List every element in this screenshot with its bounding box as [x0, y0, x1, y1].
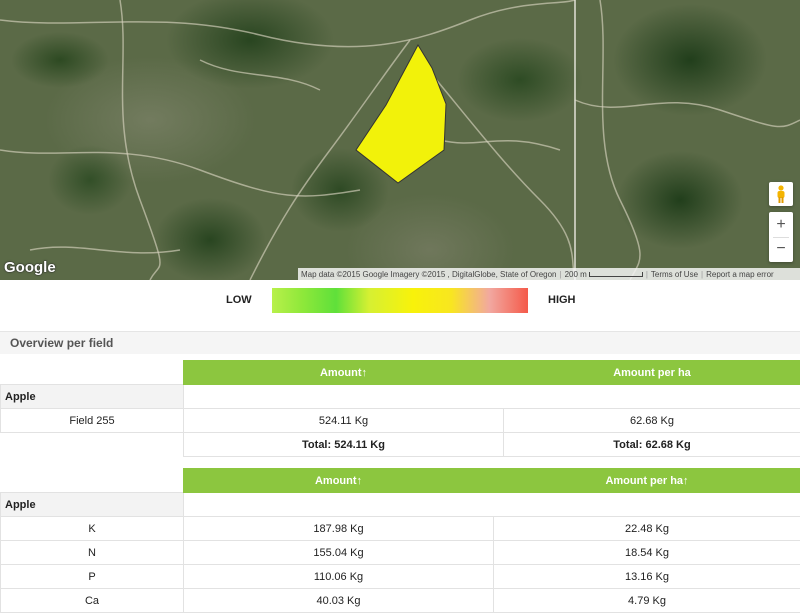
- nutrient-name-cell: Ca: [1, 589, 184, 613]
- group-row: Apple: [1, 493, 800, 517]
- total-row: Total: 524.11 Kg Total: 62.68 Kg: [1, 433, 800, 457]
- legend-gradient-bar: [272, 288, 528, 313]
- map-boundary-line: [574, 0, 576, 280]
- nutrient-name-cell: N: [1, 541, 184, 565]
- pegman-icon: [775, 185, 787, 203]
- amount-cell: 187.98 Kg: [184, 517, 494, 541]
- zoom-out-button[interactable]: −: [769, 238, 793, 262]
- group-fill: [184, 493, 800, 517]
- amount-column-header[interactable]: Amount↑: [184, 361, 504, 385]
- attribution-text: Map data ©2015 Google Imagery ©2015 , Di…: [298, 270, 560, 279]
- total-blank-cell: [1, 433, 184, 457]
- table-header-row: Amount↑ Amount per ha: [1, 361, 800, 385]
- table-row: P 110.06 Kg 13.16 Kg: [1, 565, 800, 589]
- table-row: Ca 40.03 Kg 4.79 Kg: [1, 589, 800, 613]
- header-blank-cell: [1, 361, 184, 385]
- per-ha-cell: 4.79 Kg: [494, 589, 800, 613]
- amount-column-header[interactable]: Amount↑: [184, 469, 494, 493]
- terms-link[interactable]: Terms of Use: [648, 270, 701, 279]
- amount-cell: 524.11 Kg: [184, 409, 504, 433]
- street-view-pegman[interactable]: [769, 182, 793, 206]
- map-attribution: Map data ©2015 Google Imagery ©2015 , Di…: [298, 268, 800, 280]
- group-label: Apple: [1, 385, 184, 409]
- section-title: Overview per field: [10, 336, 113, 350]
- scale-label[interactable]: 200 m: [562, 270, 646, 279]
- group-fill: [184, 385, 800, 409]
- group-label: Apple: [1, 493, 184, 517]
- overview-header: Overview per field: [0, 331, 800, 354]
- field-polygon: [356, 45, 446, 183]
- nutrient-name-cell: K: [1, 517, 184, 541]
- map-roads: [0, 0, 800, 280]
- satellite-map[interactable]: Google Map data ©2015 Google Imagery ©20…: [0, 0, 800, 280]
- group-row: Apple: [1, 385, 800, 409]
- per-ha-cell: 18.54 Kg: [494, 541, 800, 565]
- legend-low-label: LOW: [226, 294, 252, 306]
- amount-cell: 155.04 Kg: [184, 541, 494, 565]
- zoom-control: + −: [769, 212, 793, 262]
- table-row: Field 255 524.11 Kg 62.68 Kg: [1, 409, 800, 433]
- google-logo: Google: [4, 259, 56, 276]
- per-ha-cell: 22.48 Kg: [494, 517, 800, 541]
- legend-high-label: HIGH: [548, 294, 576, 306]
- amount-per-ha-column-header[interactable]: Amount per ha↑: [494, 469, 800, 493]
- amount-cell: 110.06 Kg: [184, 565, 494, 589]
- table-header-row: Amount↑ Amount per ha↑: [1, 469, 800, 493]
- nutrient-overview-table: Amount↑ Amount per ha↑ Apple K 187.98 Kg…: [0, 468, 800, 613]
- per-ha-cell: 13.16 Kg: [494, 565, 800, 589]
- amount-per-ha-column-header[interactable]: Amount per ha: [504, 361, 800, 385]
- field-name-cell: Field 255: [1, 409, 184, 433]
- scale-bar-icon: [589, 272, 643, 277]
- field-overview-table: Amount↑ Amount per ha Apple Field 255 52…: [0, 360, 800, 457]
- nutrient-name-cell: P: [1, 565, 184, 589]
- report-error-link[interactable]: Report a map error: [703, 270, 777, 279]
- zoom-in-button[interactable]: +: [769, 212, 793, 237]
- table-row: K 187.98 Kg 22.48 Kg: [1, 517, 800, 541]
- header-blank-cell: [1, 469, 184, 493]
- color-legend: LOW HIGH: [0, 288, 800, 314]
- amount-cell: 40.03 Kg: [184, 589, 494, 613]
- total-per-ha-cell: Total: 62.68 Kg: [504, 433, 800, 457]
- per-ha-cell: 62.68 Kg: [504, 409, 800, 433]
- table-row: N 155.04 Kg 18.54 Kg: [1, 541, 800, 565]
- total-amount-cell: Total: 524.11 Kg: [184, 433, 504, 457]
